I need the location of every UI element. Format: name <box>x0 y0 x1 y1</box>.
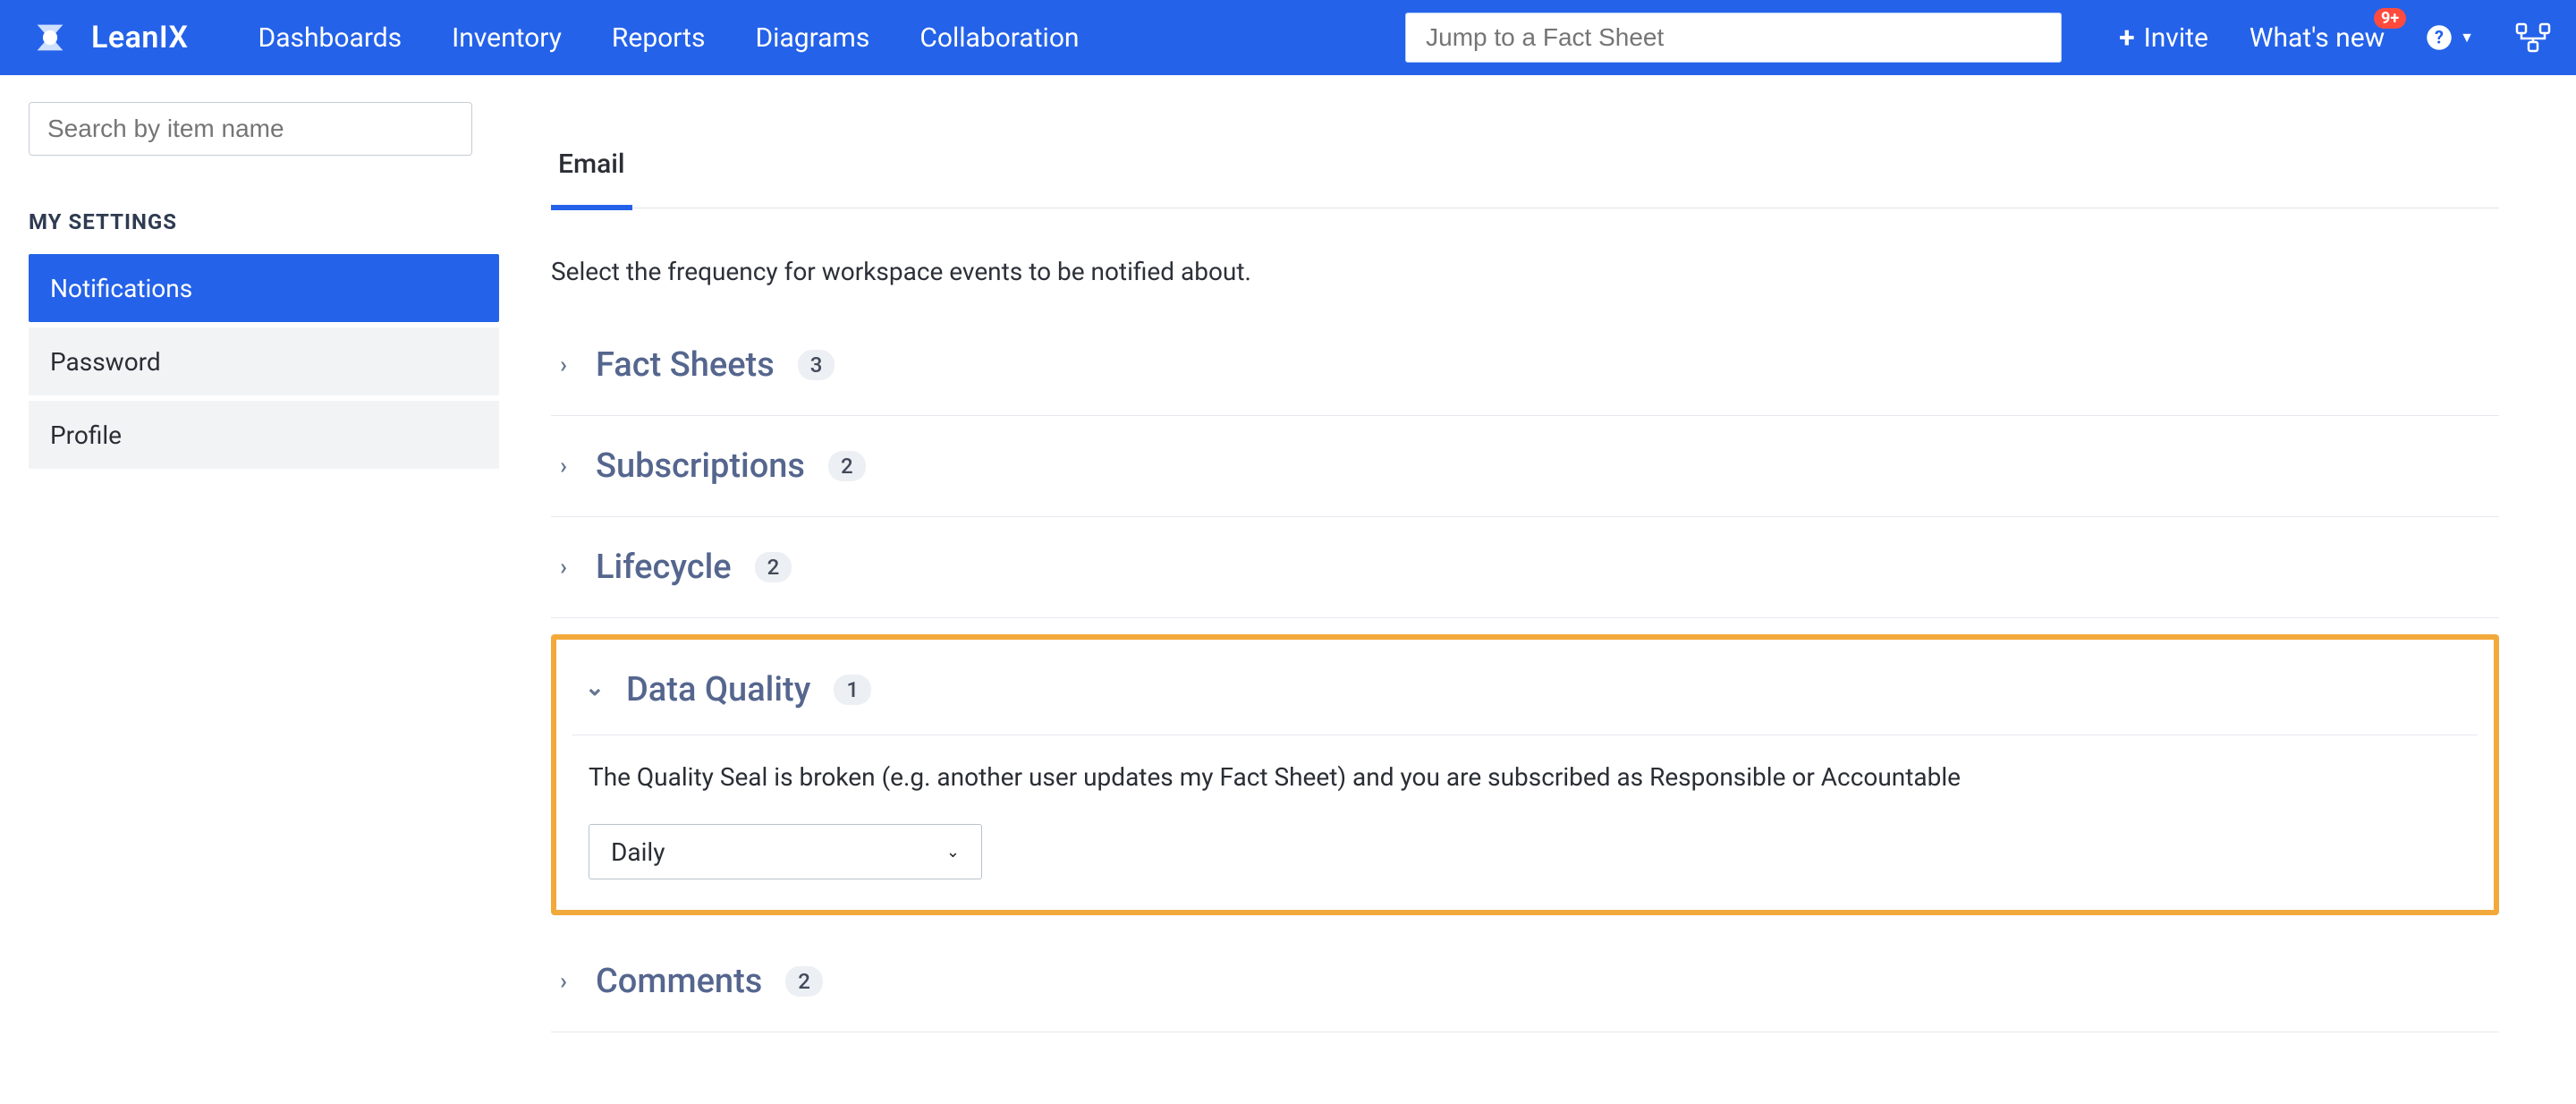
section-title: Comments <box>596 962 762 1001</box>
section-count: 2 <box>785 966 823 997</box>
integrations-icon <box>2515 22 2551 53</box>
nav-collaboration[interactable]: Collaboration <box>919 22 1079 54</box>
tab-label: Email <box>558 149 625 180</box>
top-right-actions: + Invite What's new 9+ ? ▼ <box>2119 21 2551 55</box>
section-data-quality-highlight: ⌄ Data Quality 1 The Quality Seal is bro… <box>551 634 2499 915</box>
help-button[interactable]: ? ▼ <box>2426 24 2474 51</box>
chevron-right-icon: › <box>555 554 572 581</box>
help-icon: ? <box>2426 24 2453 51</box>
whats-new-label: What's new <box>2250 22 2385 54</box>
sidebar: MY SETTINGS Notifications Password Profi… <box>0 75 528 1104</box>
section-fact-sheets[interactable]: › Fact Sheets 3 <box>551 315 2499 416</box>
notification-sections: › Fact Sheets 3 › Subscriptions 2 › Life… <box>551 315 2499 1032</box>
section-count: 2 <box>828 451 866 481</box>
integrations-button[interactable] <box>2515 22 2551 53</box>
section-title: Fact Sheets <box>596 345 775 385</box>
section-description: The Quality Seal is broken (e.g. another… <box>589 762 2462 792</box>
brand-logo-icon <box>25 21 75 54</box>
chevron-down-icon: ⌄ <box>946 843 960 862</box>
section-title: Subscriptions <box>596 446 805 486</box>
whats-new-button[interactable]: What's new 9+ <box>2250 22 2385 54</box>
sidebar-menu: Notifications Password Profile <box>29 254 499 469</box>
caret-down-icon: ▼ <box>2460 29 2474 47</box>
sidebar-item-label: Notifications <box>50 274 192 303</box>
section-lifecycle[interactable]: › Lifecycle 2 <box>551 517 2499 618</box>
main-content: Email Select the frequency for workspace… <box>528 75 2549 1104</box>
sidebar-item-notifications[interactable]: Notifications <box>29 254 499 322</box>
section-data-quality-body: The Quality Seal is broken (e.g. another… <box>572 735 2478 885</box>
invite-label: Invite <box>2144 22 2208 54</box>
nav-dashboards[interactable]: Dashboards <box>258 22 402 54</box>
section-count: 3 <box>798 350 835 380</box>
sidebar-item-label: Profile <box>50 420 122 450</box>
chevron-right-icon: › <box>555 968 572 995</box>
top-nav: LeanIX Dashboards Inventory Reports Diag… <box>0 0 2576 75</box>
section-comments[interactable]: › Comments 2 <box>551 931 2499 1032</box>
section-subscriptions[interactable]: › Subscriptions 2 <box>551 416 2499 517</box>
frequency-value: Daily <box>611 837 665 867</box>
chevron-down-icon: ⌄ <box>585 675 603 701</box>
sidebar-item-profile[interactable]: Profile <box>29 401 499 469</box>
nav-reports[interactable]: Reports <box>612 22 706 54</box>
brand: LeanIX <box>25 20 189 55</box>
notification-badge: 9+ <box>2374 8 2406 30</box>
nav-inventory[interactable]: Inventory <box>452 22 562 54</box>
section-title: Lifecycle <box>596 548 732 587</box>
chevron-right-icon: › <box>555 352 572 378</box>
section-count: 2 <box>755 552 792 582</box>
section-data-quality[interactable]: ⌄ Data Quality 1 <box>572 645 2478 735</box>
svg-text:?: ? <box>2435 26 2444 47</box>
section-title: Data Quality <box>626 670 810 709</box>
sidebar-item-label: Password <box>50 347 161 377</box>
sidebar-item-password[interactable]: Password <box>29 327 499 395</box>
nav-diagrams[interactable]: Diagrams <box>755 22 869 54</box>
tab-email[interactable]: Email <box>551 149 632 210</box>
page-lead: Select the frequency for workspace event… <box>551 257 2499 286</box>
jump-to-factsheet-input[interactable] <box>1405 13 2062 63</box>
plus-icon: + <box>2119 21 2134 55</box>
section-count: 1 <box>834 675 871 705</box>
brand-name: LeanIX <box>91 20 189 55</box>
chevron-right-icon: › <box>555 453 572 480</box>
nav-links: Dashboards Inventory Reports Diagrams Co… <box>258 22 1080 54</box>
sidebar-heading: MY SETTINGS <box>29 209 499 234</box>
tabs: Email <box>551 149 2499 208</box>
sidebar-search-input[interactable] <box>29 102 472 156</box>
invite-button[interactable]: + Invite <box>2119 21 2208 55</box>
frequency-select[interactable]: Daily ⌄ <box>589 824 982 879</box>
